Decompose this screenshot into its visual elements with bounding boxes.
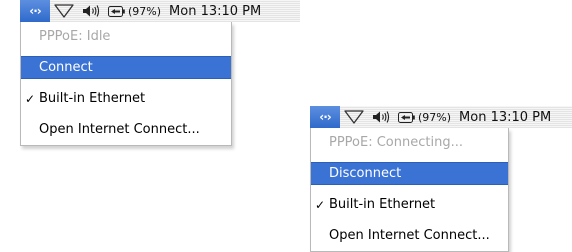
- pppoe-menu-panel-idle: ‹·› (97%) Mon 13:10 PM PPPoE: Idle Conne…: [20, 0, 300, 146]
- battery-percent: (97%): [418, 110, 452, 124]
- battery-percent: (97%): [128, 4, 162, 18]
- checkmark-icon: ✓: [315, 197, 326, 212]
- battery-icon: [398, 111, 415, 123]
- pppoe-status-icon[interactable]: ‹·›: [20, 0, 50, 22]
- volume-speaker-icon[interactable]: [78, 0, 106, 22]
- pppoe-status-label: PPPoE: Connecting...: [329, 135, 463, 150]
- pppoe-menu-panel-connecting: ‹·› (97%) Mon 13:10 PM PPPoE: Connecting…: [310, 106, 572, 252]
- checkmark-icon: ✓: [25, 91, 36, 106]
- open-internet-connect-menu-item[interactable]: Open Internet Connect...: [311, 224, 508, 247]
- open-internet-connect-menu-item[interactable]: Open Internet Connect...: [21, 118, 231, 141]
- menu-separator: [21, 110, 231, 118]
- pppoe-status-label: PPPoE: Idle: [39, 29, 111, 44]
- menu-separator: [21, 48, 231, 56]
- menubar-clock[interactable]: Mon 13:10 PM: [169, 0, 261, 22]
- menu-separator: [21, 79, 231, 87]
- airport-wifi-icon[interactable]: [50, 0, 78, 22]
- menu-separator: [311, 216, 508, 224]
- pppoe-status-icon[interactable]: ‹·›: [310, 106, 340, 128]
- pppoe-dropdown-menu: PPPoE: Idle Connect ✓ Built-in Ethernet …: [20, 22, 232, 146]
- menubar-clock[interactable]: Mon 13:10 PM: [459, 106, 551, 128]
- built-in-ethernet-label: Built-in Ethernet: [329, 197, 436, 212]
- connect-menu-item[interactable]: Connect: [21, 56, 231, 79]
- menu-bar: ‹·› (97%) Mon 13:10 PM: [20, 0, 300, 22]
- battery-status[interactable]: (97%): [398, 106, 455, 128]
- built-in-ethernet-label: Built-in Ethernet: [39, 91, 146, 106]
- disconnect-menu-item[interactable]: Disconnect: [311, 162, 508, 185]
- menu-bar: ‹·› (97%) Mon 13:10 PM: [310, 106, 572, 128]
- menu-separator: [311, 154, 508, 162]
- battery-icon: [108, 5, 125, 17]
- pppoe-arrows-icon: ‹·›: [319, 110, 331, 124]
- airport-wifi-icon[interactable]: [340, 106, 368, 128]
- built-in-ethernet-menu-item[interactable]: ✓ Built-in Ethernet: [21, 87, 231, 110]
- pppoe-dropdown-menu: PPPoE: Connecting... Disconnect ✓ Built-…: [310, 128, 509, 252]
- volume-speaker-icon[interactable]: [368, 106, 396, 128]
- menu-separator: [311, 185, 508, 193]
- built-in-ethernet-menu-item[interactable]: ✓ Built-in Ethernet: [311, 193, 508, 216]
- battery-status[interactable]: (97%): [108, 0, 165, 22]
- pppoe-arrows-icon: ‹·›: [29, 4, 41, 18]
